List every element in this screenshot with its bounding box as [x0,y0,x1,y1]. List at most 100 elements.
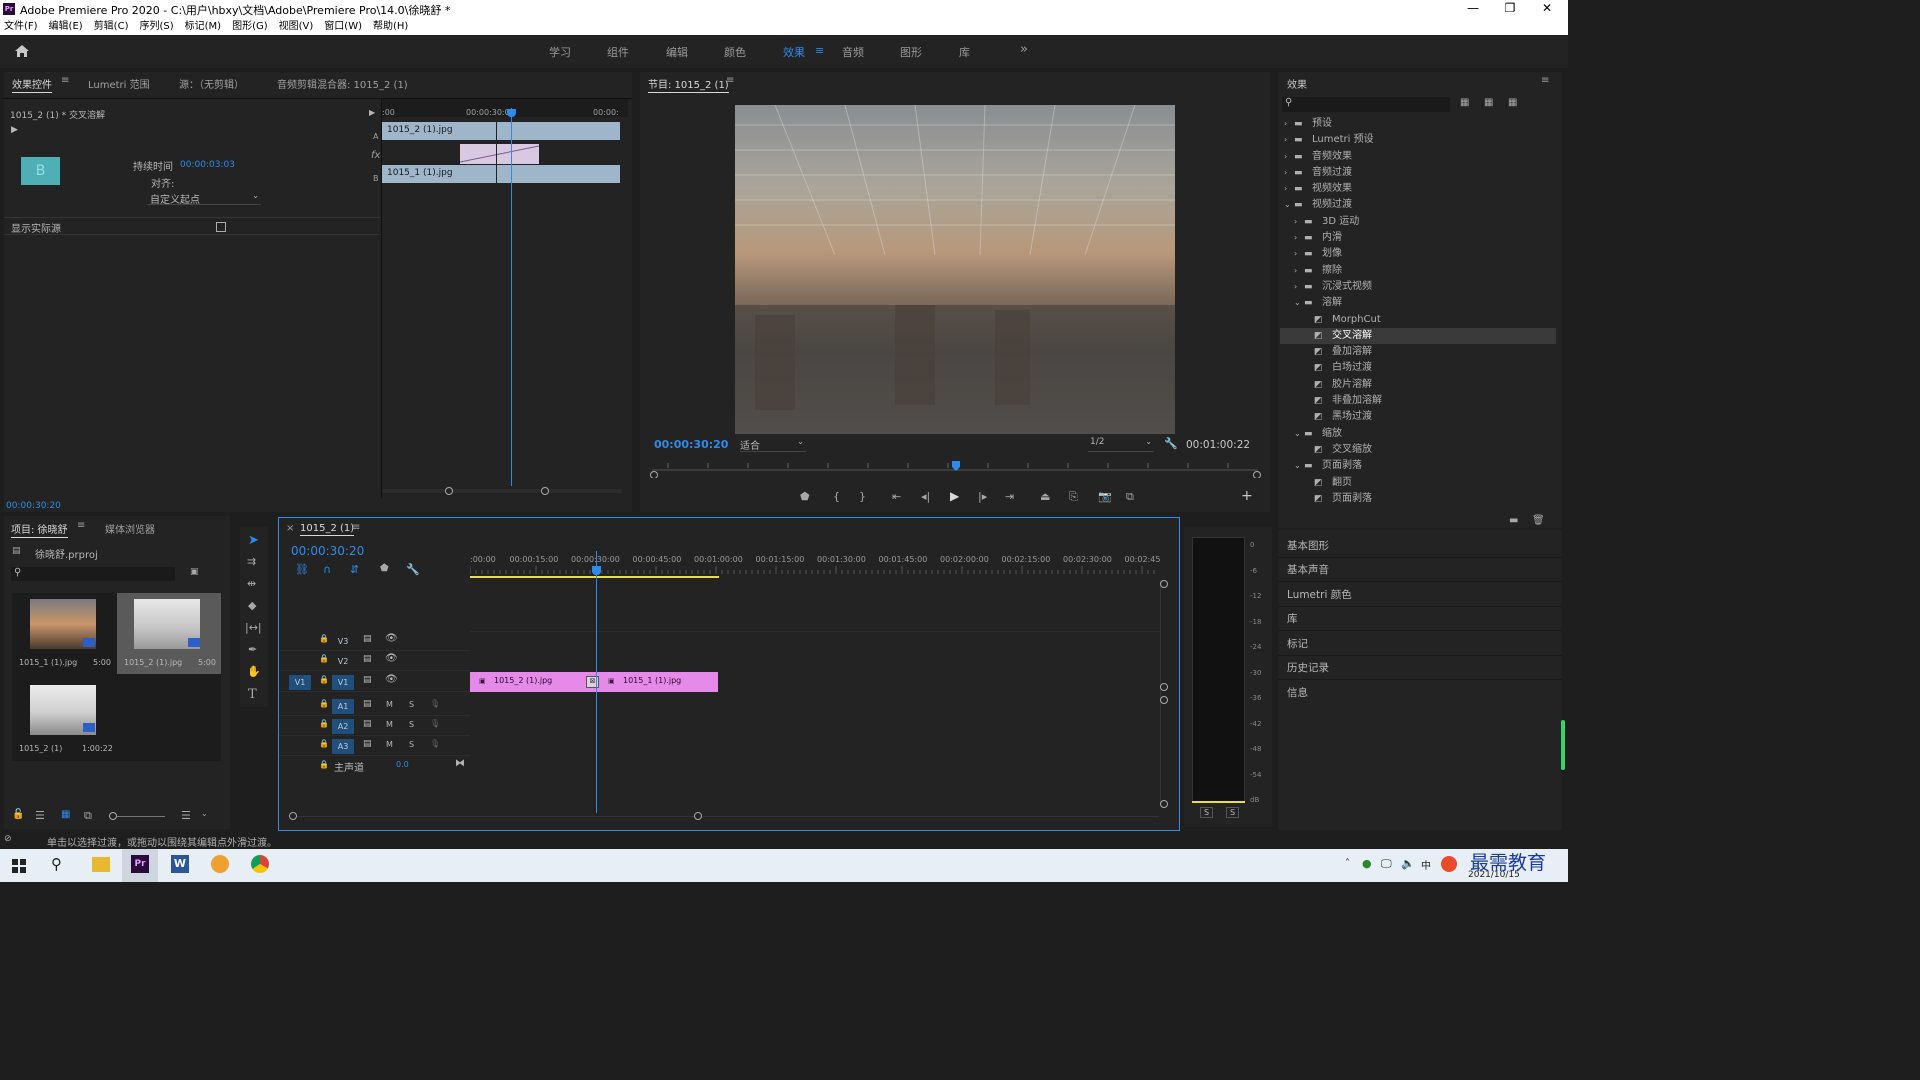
freeform-view-icon[interactable]: ⧉ [84,809,92,823]
info-panel[interactable]: 信息 [1287,685,1308,700]
type-tool-icon[interactable]: T [248,687,257,702]
eye-icon[interactable]: 👁 [385,653,398,664]
horizontal-scrollbar[interactable] [289,816,1159,817]
chevron-right-icon[interactable]: › [1284,116,1294,132]
lock-icon[interactable]: 🔒 [319,699,329,708]
menu-window[interactable]: 窗口(W) [324,18,362,35]
go-to-out-icon[interactable]: ⇥ [1005,490,1014,503]
workspace-learn[interactable]: 学习 [549,44,571,60]
effects-tree-item[interactable]: ⌄ ▬ 视频过渡 [1280,197,1556,213]
chevron-down-icon[interactable]: ⌄ [1294,295,1304,311]
program-time-ruler[interactable] [648,460,1262,478]
source-patch-v1[interactable]: V1 [289,675,311,690]
markers-panel[interactable]: 标记 [1287,636,1308,651]
lock-icon[interactable]: 🔒 [319,760,329,769]
solo-left-button[interactable]: S [1200,807,1214,818]
ec-clip-a[interactable]: 1015_2 (1).jpg [382,122,620,140]
volume-icon[interactable]: 🔈 [1401,857,1415,870]
program-timecode[interactable]: 00:00:30:20 [654,438,728,451]
windows-start-icon[interactable] [12,859,26,873]
chevron-right-icon[interactable]: › [1294,214,1304,230]
effects-tree-item[interactable]: ⌄ ▬ 缩放 [1280,426,1556,442]
network-icon[interactable]: 🖵 [1381,857,1392,871]
effects-tree-item[interactable]: › ▬ 3D 运动 [1280,214,1556,230]
tab-project[interactable]: 项目: 徐晓舒 [11,521,68,538]
delete-icon[interactable]: 🗑 [1532,515,1545,526]
ec-playhead[interactable] [511,108,512,486]
solo-button[interactable]: S [409,700,414,709]
tab-effect-controls[interactable]: 效果控件 [12,76,52,93]
wrench-icon[interactable]: 🔧 [1164,437,1178,450]
microphone-icon[interactable]: 🎙 [430,699,440,708]
snap-icon[interactable]: ∩ [323,563,331,576]
go-to-in-icon[interactable]: ⇤ [892,490,901,503]
effects-tree-item[interactable]: ⌄ ▬ 溶解 [1280,295,1556,311]
ec-scroll-handle-left[interactable] [445,487,453,495]
effects-tree-item[interactable]: ◩ 白场过渡 [1280,360,1556,376]
workspace-color[interactable]: 颜色 [724,44,746,60]
h-scroll-handle[interactable] [694,812,702,820]
resolution-dropdown[interactable]: 1/2 ⌄ [1088,437,1154,452]
sync-lock-icon[interactable]: ▤ [363,739,372,749]
effects-tree-item[interactable]: › ▬ 视频效果 [1280,181,1556,197]
step-forward-icon[interactable]: |▸ [978,490,987,503]
comparison-view-icon[interactable]: ⧉ [1126,490,1134,504]
program-title[interactable]: 节目: 1015_2 (1) [648,76,729,93]
effects-tree-item[interactable]: › ▬ Lumetri 预设 [1280,132,1556,148]
project-search-input[interactable]: ⚲ [11,567,175,581]
essential-sound-panel[interactable]: 基本声音 [1287,562,1329,577]
work-area-bar[interactable] [470,576,719,578]
effects-tree-item[interactable]: › ▬ 划像 [1280,246,1556,262]
track-name[interactable]: V3 [332,634,354,649]
chevron-right-icon[interactable]: › [1294,230,1304,246]
chrome-taskbar-icon[interactable] [251,855,269,873]
chevron-right-icon[interactable]: › [1284,149,1294,165]
effects-tree-item[interactable]: ◩ 页面剥落 [1280,491,1556,507]
chevron-right-icon[interactable]: › [1284,181,1294,197]
timeline-menu-icon[interactable]: ≡ [352,522,360,533]
play-button[interactable]: ▶ [950,489,959,503]
h-scroll-handle[interactable] [289,812,297,820]
file-explorer-icon[interactable] [92,857,110,872]
mark-in-icon[interactable]: { [833,490,840,503]
timeline-clip-1[interactable]: 1015_2 (1).jpg [494,676,552,685]
mute-button[interactable]: M [386,700,393,709]
sogou-icon[interactable] [1441,856,1457,872]
slip-tool-icon[interactable]: |↔| [245,621,262,634]
microphone-icon[interactable]: 🎙 [430,739,440,748]
timeline-tab[interactable]: 1015_2 (1) [300,523,355,536]
vertical-scrollbar[interactable] [1160,580,1161,805]
home-icon[interactable] [14,44,30,58]
track-select-tool-icon[interactable]: ⇉ [247,555,256,568]
ec-transition-block[interactable] [460,144,539,164]
chevron-right-icon[interactable]: › [1294,279,1304,295]
mark-out-icon[interactable]: } [859,490,866,503]
ec-scroll-handle-right[interactable] [541,487,549,495]
chevron-right-icon[interactable]: › [1284,132,1294,148]
effects-tree-item[interactable]: › ▬ 预设 [1280,116,1556,132]
track-name[interactable]: V1 [332,675,354,690]
effects-tree-item[interactable]: ◩ 黑场过渡 [1280,409,1556,425]
effects-tree-item[interactable]: › ▬ 擦除 [1280,263,1556,279]
lumetri-color-panel[interactable]: Lumetri 颜色 [1287,587,1352,602]
button-editor-plus-icon[interactable]: + [1241,488,1253,504]
eye-icon[interactable]: 👁 [385,633,398,644]
timeline-clip-2[interactable]: 1015_1 (1).jpg [623,676,681,685]
chevron-up-icon[interactable]: ˄ [1345,858,1350,869]
yuv-effects-icon[interactable]: ▦ [1508,97,1517,108]
tray-app-icon[interactable]: ● [1362,857,1372,870]
show-actual-sources-checkbox[interactable] [216,222,226,232]
lock-icon[interactable]: 🔒 [319,719,329,728]
menu-marker[interactable]: 标记(M) [185,18,221,35]
tab-source[interactable]: 源：（无剪辑） [179,76,244,91]
history-panel[interactable]: 历史记录 [1287,660,1329,675]
timeline-playhead[interactable] [596,551,597,813]
fit-dropdown[interactable]: 适合 ⌄ [740,437,806,452]
track-name[interactable]: A1 [332,699,354,714]
close-tab-icon[interactable]: × [286,523,294,534]
master-volume-value[interactable]: 0.0 [396,760,409,769]
expand-arrow-icon[interactable]: ▶ [369,108,375,117]
effects-tree-item[interactable]: › ▬ 音频过渡 [1280,165,1556,181]
add-marker-icon[interactable]: ⬟ [800,490,810,503]
tab-media-browser[interactable]: 媒体浏览器 [105,521,155,536]
